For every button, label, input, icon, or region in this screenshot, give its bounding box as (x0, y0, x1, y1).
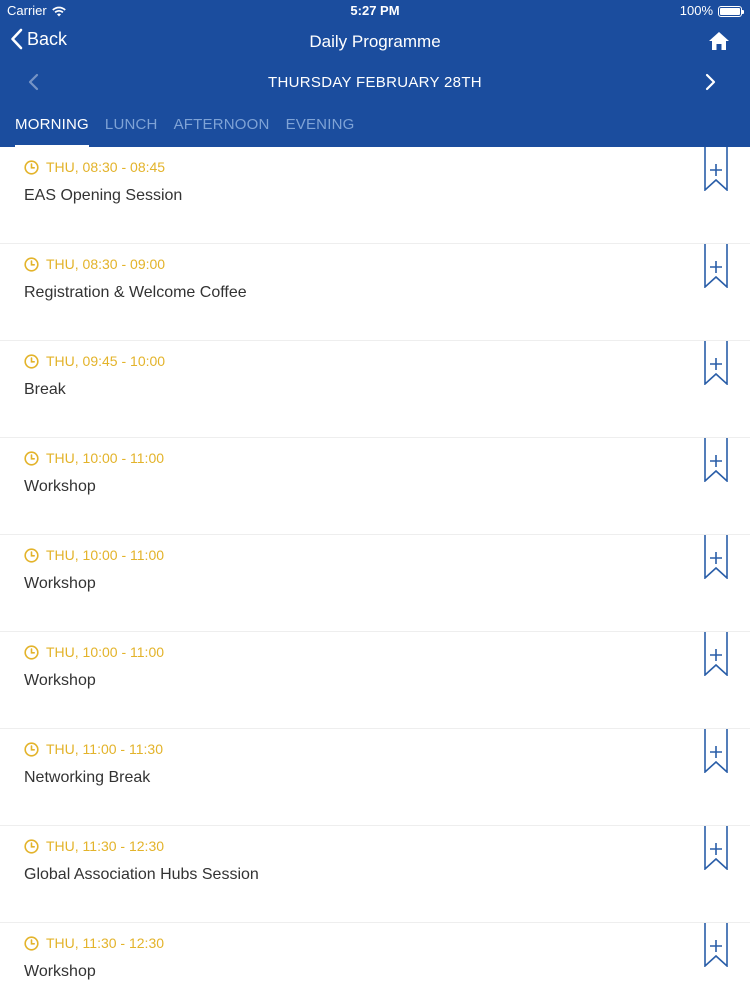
session-title: Global Association Hubs Session (24, 866, 259, 883)
session-title: Workshop (24, 478, 96, 495)
clock-icon (24, 450, 39, 466)
session-row[interactable]: THU, 08:30 - 08:45 EAS Opening Session (0, 147, 750, 244)
page-title: Daily Programme (309, 32, 441, 51)
status-right: 100% (679, 0, 744, 22)
session-time-text: THU, 08:30 - 09:00 (46, 256, 166, 272)
bookmark-add-icon[interactable] (704, 244, 728, 288)
battery-percent: 100% (679, 3, 713, 18)
session-time: THU, 10:00 - 11:00 (24, 547, 164, 563)
bookmark-add-icon[interactable] (704, 535, 728, 579)
clock-icon (24, 256, 39, 272)
tab-evening[interactable]: EVENING (286, 104, 355, 147)
header: Carrier 5:27 PM 100% Back Daily Programm… (0, 0, 750, 147)
session-time: THU, 11:30 - 12:30 (24, 838, 164, 854)
bookmark-add-icon[interactable] (704, 438, 728, 482)
clock-icon (24, 159, 39, 175)
bookmark-add-icon[interactable] (704, 147, 728, 191)
bookmark-add-icon[interactable] (704, 729, 728, 773)
clock-icon (24, 353, 39, 369)
session-title: Workshop (24, 672, 96, 689)
navigation-bar: Back Daily Programme (0, 22, 750, 62)
session-time: THU, 08:30 - 08:45 (24, 159, 165, 175)
bookmark-add-icon[interactable] (704, 826, 728, 870)
session-time: THU, 08:30 - 09:00 (24, 256, 165, 272)
app-screen: Carrier 5:27 PM 100% Back Daily Programm… (0, 0, 750, 1000)
clock-icon (24, 935, 39, 951)
session-row[interactable]: THU, 09:45 - 10:00 Break (0, 341, 750, 438)
session-row[interactable]: THU, 08:30 - 09:00 Registration & Welcom… (0, 244, 750, 341)
session-row[interactable]: THU, 10:00 - 11:00 Workshop (0, 438, 750, 535)
session-title: Workshop (24, 575, 96, 592)
clock-icon (24, 838, 39, 854)
session-time-text: THU, 10:00 - 11:00 (46, 450, 165, 466)
session-title: Break (24, 381, 66, 398)
session-time-text: THU, 11:00 - 11:30 (46, 741, 163, 757)
chevron-right-icon[interactable] (702, 72, 718, 92)
clock-icon (24, 741, 39, 757)
session-time: THU, 11:30 - 12:30 (24, 935, 164, 951)
session-time-text: THU, 10:00 - 11:00 (46, 547, 165, 563)
session-row[interactable]: THU, 11:00 - 11:30 Networking Break (0, 729, 750, 826)
tab-afternoon[interactable]: AFTERNOON (174, 104, 270, 147)
tab-morning[interactable]: MORNING (15, 104, 89, 147)
session-time-text: THU, 08:30 - 08:45 (46, 159, 166, 175)
clock-icon (24, 547, 39, 563)
session-title: EAS Opening Session (24, 187, 183, 204)
bookmark-add-icon[interactable] (704, 632, 728, 676)
tab-lunch[interactable]: LUNCH (105, 104, 158, 147)
session-time-text: THU, 11:30 - 12:30 (46, 838, 165, 854)
session-time: THU, 11:00 - 11:30 (24, 741, 163, 757)
session-row[interactable]: THU, 10:00 - 11:00 Workshop (0, 535, 750, 632)
session-list: THU, 08:30 - 08:45 EAS Opening Session T… (0, 147, 750, 1000)
session-time: THU, 10:00 - 11:00 (24, 450, 164, 466)
session-row[interactable]: THU, 11:30 - 12:30 Workshop (0, 923, 750, 1000)
session-time-text: THU, 09:45 - 10:00 (46, 353, 166, 369)
status-bar: Carrier 5:27 PM 100% (0, 0, 750, 22)
session-time-text: THU, 11:30 - 12:30 (46, 935, 165, 951)
session-row[interactable]: THU, 11:30 - 12:30 Global Association Hu… (0, 826, 750, 923)
session-time-text: THU, 10:00 - 11:00 (46, 644, 165, 660)
home-icon[interactable] (708, 30, 730, 52)
session-row[interactable]: THU, 10:00 - 11:00 Workshop (0, 632, 750, 729)
session-time: THU, 09:45 - 10:00 (24, 353, 165, 369)
day-title: THURSDAY FEBRUARY 28TH (268, 74, 482, 91)
session-title: Networking Break (24, 769, 151, 786)
bookmark-add-icon[interactable] (704, 923, 728, 967)
session-time: THU, 10:00 - 11:00 (24, 644, 164, 660)
bookmark-add-icon[interactable] (704, 341, 728, 385)
clock-icon (24, 644, 39, 660)
tab-bar: MORNING LUNCH AFTERNOON EVENING (0, 104, 370, 147)
status-time: 5:27 PM (350, 3, 400, 18)
session-title: Workshop (24, 963, 96, 980)
session-title: Registration & Welcome Coffee (24, 284, 247, 301)
day-selector: THURSDAY FEBRUARY 28TH (0, 62, 750, 104)
battery-icon (718, 5, 744, 17)
